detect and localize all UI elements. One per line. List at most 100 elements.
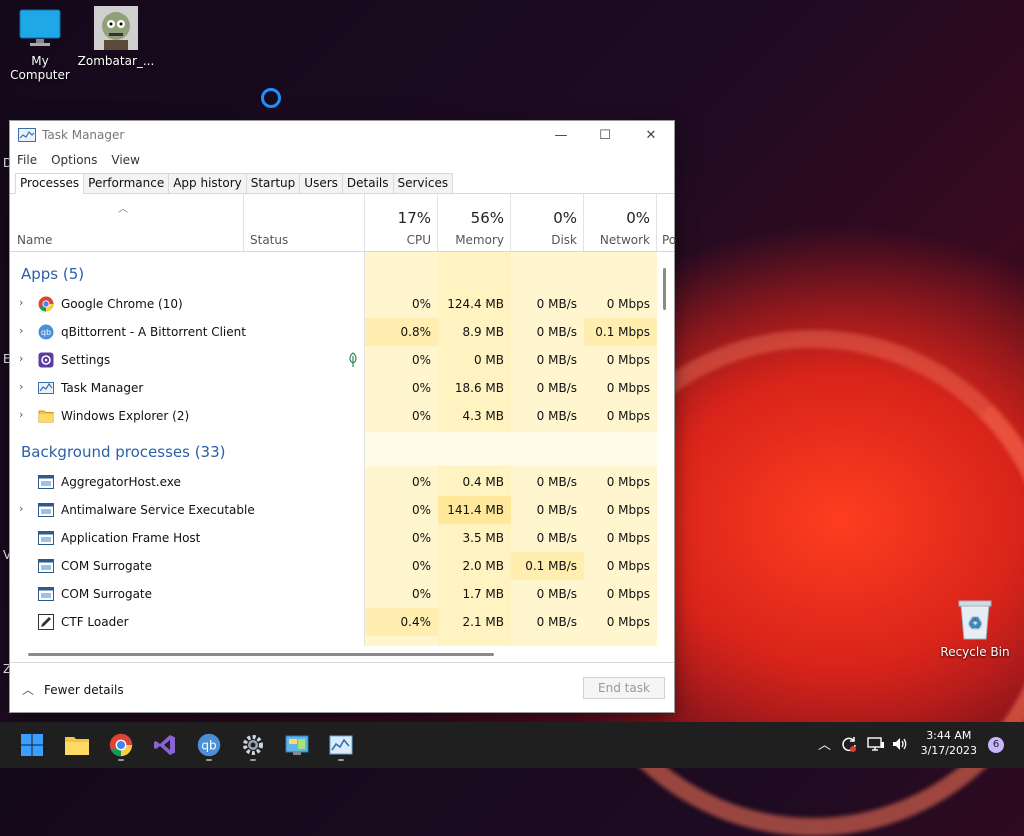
zombie-image-icon bbox=[94, 6, 138, 50]
maximize-button[interactable]: ☐ bbox=[582, 121, 628, 149]
clock-date: 3/17/2023 bbox=[920, 744, 977, 757]
close-button[interactable]: ✕ bbox=[628, 121, 674, 149]
tab-details[interactable]: Details bbox=[341, 173, 394, 193]
start-button[interactable] bbox=[18, 731, 46, 759]
taskbar-file-explorer[interactable] bbox=[63, 731, 91, 759]
network-total: 0% bbox=[626, 209, 650, 227]
taskbar-qbittorrent[interactable]: qb bbox=[195, 731, 223, 759]
group-background-processes[interactable]: Background processes (33) bbox=[21, 443, 226, 461]
table-row[interactable]: Application Frame Host 0% 3.5 MB 0 MB/s … bbox=[10, 524, 656, 552]
title-bar[interactable]: Task Manager — ☐ ✕ bbox=[10, 121, 674, 149]
task-manager-icon bbox=[18, 128, 36, 142]
vertical-scrollbar[interactable] bbox=[663, 268, 666, 310]
process-list: Apps (5) › Google Chrome (10) 0% 124.4 M… bbox=[10, 252, 674, 646]
taskbar-control-panel[interactable] bbox=[283, 731, 311, 759]
fewer-details-button[interactable]: ︿ Fewer details bbox=[22, 681, 124, 698]
tab-startup[interactable]: Startup bbox=[245, 173, 301, 193]
running-indicator bbox=[250, 759, 256, 761]
taskbar-visual-studio[interactable] bbox=[151, 731, 179, 759]
process-window-icon bbox=[38, 503, 54, 517]
tray-overflow-chevron-icon[interactable]: ︿ bbox=[818, 734, 831, 753]
memory-total: 56% bbox=[470, 209, 504, 227]
tab-app-history[interactable]: App history bbox=[168, 173, 247, 193]
process-window-icon bbox=[38, 475, 54, 489]
table-row[interactable]: › Task Manager 0% 18.6 MB 0 MB/s 0 Mbps bbox=[10, 374, 656, 402]
running-indicator bbox=[206, 759, 212, 761]
running-indicator bbox=[118, 759, 124, 761]
task-manager-window: Task Manager — ☐ ✕ File Options View Pro… bbox=[10, 121, 676, 712]
volume-icon[interactable] bbox=[891, 735, 909, 757]
table-row[interactable]: › Antimalware Service Executable 0% 141.… bbox=[10, 496, 656, 524]
table-row[interactable]: › Settings 0% 0 MB 0 MB/s 0 Mbps bbox=[10, 346, 656, 374]
svg-text:♻: ♻ bbox=[968, 613, 982, 632]
clock-time: 3:44 AM bbox=[926, 729, 972, 742]
table-row[interactable]: AggregatorHost.exe 0% 0.4 MB 0 MB/s 0 Mb… bbox=[10, 468, 656, 496]
desktop-icon-label: Zombatar_... bbox=[77, 54, 155, 68]
tab-processes[interactable]: Processes bbox=[15, 173, 85, 194]
group-apps[interactable]: Apps (5) bbox=[21, 265, 84, 283]
table-row[interactable]: › Google Chrome (10) 0% 124.4 MB 0 MB/s … bbox=[10, 290, 656, 318]
minimize-button[interactable]: — bbox=[538, 121, 584, 149]
control-panel-icon bbox=[285, 735, 309, 755]
expand-chevron-icon[interactable]: › bbox=[19, 380, 23, 393]
column-name[interactable]: Name bbox=[10, 194, 244, 251]
menu-bar: File Options View bbox=[10, 149, 674, 171]
recycle-bin-icon: ♻ bbox=[953, 597, 997, 641]
process-window-icon bbox=[38, 587, 54, 601]
table-row[interactable]: › qb qBittorrent - A Bittorrent Client 0… bbox=[10, 318, 657, 346]
table-row[interactable]: COM Surrogate 0% 1.7 MB 0 MB/s 0 Mbps bbox=[10, 580, 656, 608]
tab-services[interactable]: Services bbox=[392, 173, 454, 193]
column-power[interactable]: Po bbox=[657, 194, 676, 251]
taskbar-chrome[interactable] bbox=[107, 731, 135, 759]
taskbar: qb ︿ 3:44 AM 3/17/2023 6 bbox=[0, 722, 1024, 768]
group-heat-gap bbox=[365, 432, 657, 466]
expand-chevron-icon[interactable]: › bbox=[19, 408, 23, 421]
folder-icon bbox=[38, 410, 54, 423]
menu-view[interactable]: View bbox=[111, 153, 139, 167]
column-network[interactable]: 0% Network bbox=[584, 194, 657, 251]
task-manager-icon bbox=[329, 735, 353, 755]
taskbar-settings[interactable] bbox=[239, 731, 267, 759]
expand-chevron-icon[interactable]: › bbox=[19, 296, 23, 309]
chevron-up-icon: ︿ bbox=[22, 683, 35, 697]
taskbar-clock[interactable]: 3:44 AM 3/17/2023 bbox=[921, 728, 977, 758]
horizontal-scrollbar[interactable] bbox=[28, 653, 494, 656]
qbittorrent-icon: qb bbox=[197, 733, 221, 757]
tab-performance[interactable]: Performance bbox=[83, 173, 170, 193]
table-row[interactable]: CTF Loader 0.4% 2.1 MB 0 MB/s 0 Mbps bbox=[10, 608, 656, 636]
tab-strip: Processes Performance App history Startu… bbox=[10, 171, 674, 194]
footer-bar: ︿ Fewer details End task bbox=[10, 662, 674, 712]
settings-icon bbox=[38, 352, 54, 368]
window-title: Task Manager bbox=[42, 128, 125, 142]
table-row[interactable]: › Windows Explorer (2) 0% 4.3 MB 0 MB/s … bbox=[10, 402, 656, 430]
end-task-button[interactable]: End task bbox=[583, 677, 665, 699]
suspended-leaf-icon bbox=[348, 352, 358, 371]
monitor-icon bbox=[18, 6, 62, 50]
process-window-icon bbox=[38, 531, 54, 545]
network-icon[interactable] bbox=[867, 735, 885, 757]
cpu-total: 17% bbox=[397, 209, 431, 227]
expand-chevron-icon[interactable]: › bbox=[19, 352, 23, 365]
taskbar-task-manager[interactable] bbox=[327, 731, 355, 759]
desktop-icon-label: My Computer bbox=[10, 54, 70, 82]
desktop-icon-recycle-bin[interactable]: ♻ Recycle Bin bbox=[935, 597, 1015, 659]
expand-chevron-icon[interactable]: › bbox=[19, 502, 23, 515]
table-row[interactable]: COM Surrogate 0% 2.0 MB 0.1 MB/s 0 Mbps bbox=[10, 552, 656, 580]
folder-icon bbox=[65, 737, 89, 755]
menu-options[interactable]: Options bbox=[51, 153, 97, 167]
notification-badge[interactable]: 6 bbox=[988, 737, 1004, 753]
menu-file[interactable]: File bbox=[17, 153, 37, 167]
column-memory[interactable]: 56% Memory bbox=[438, 194, 511, 251]
sync-status-icon[interactable] bbox=[840, 735, 858, 757]
desktop-icon-zombatar[interactable]: Zombatar_... bbox=[76, 6, 156, 68]
pen-edit-icon bbox=[38, 614, 54, 630]
column-status[interactable]: Status bbox=[244, 194, 365, 251]
column-disk[interactable]: 0% Disk bbox=[511, 194, 584, 251]
tab-users[interactable]: Users bbox=[299, 173, 343, 193]
column-cpu[interactable]: 17% CPU bbox=[365, 194, 438, 251]
qbittorrent-icon: qb bbox=[38, 324, 54, 340]
desktop-icon-my-computer[interactable]: My Computer bbox=[0, 6, 80, 82]
process-window-icon bbox=[38, 559, 54, 573]
svg-text:qb: qb bbox=[201, 739, 216, 753]
expand-chevron-icon[interactable]: › bbox=[19, 324, 23, 337]
